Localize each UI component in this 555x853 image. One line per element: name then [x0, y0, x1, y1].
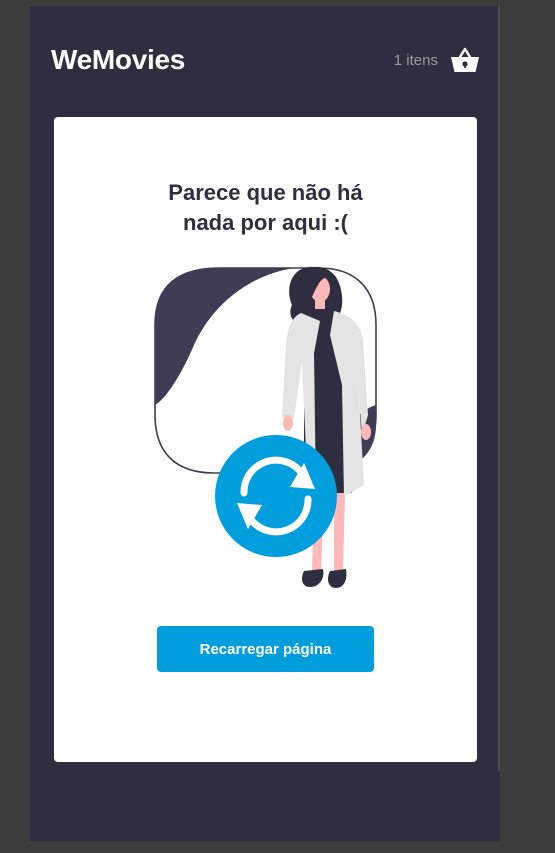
cart-count: 1 itens — [393, 51, 438, 69]
empty-state-title: Parece que não há nada por aqui :( — [54, 178, 477, 238]
app-edge-divider — [498, 6, 500, 771]
empty-state-illustration — [154, 266, 377, 588]
logo[interactable]: WeMovies — [51, 44, 185, 76]
app-container: WeMovies 1 itens Parece que não há nada … — [30, 6, 500, 841]
empty-state-title-line1: Parece que não há — [168, 180, 363, 205]
reload-page-button[interactable]: Recarregar página — [157, 626, 374, 672]
empty-state-title-line2: nada por aqui :( — [183, 210, 348, 235]
shopping-basket-icon — [451, 47, 479, 72]
cart-button[interactable]: 1 itens — [394, 46, 480, 74]
refresh-icon — [215, 435, 337, 557]
header: WeMovies 1 itens — [30, 6, 500, 116]
empty-state-card: Parece que não há nada por aqui :(Recar… — [54, 117, 477, 762]
